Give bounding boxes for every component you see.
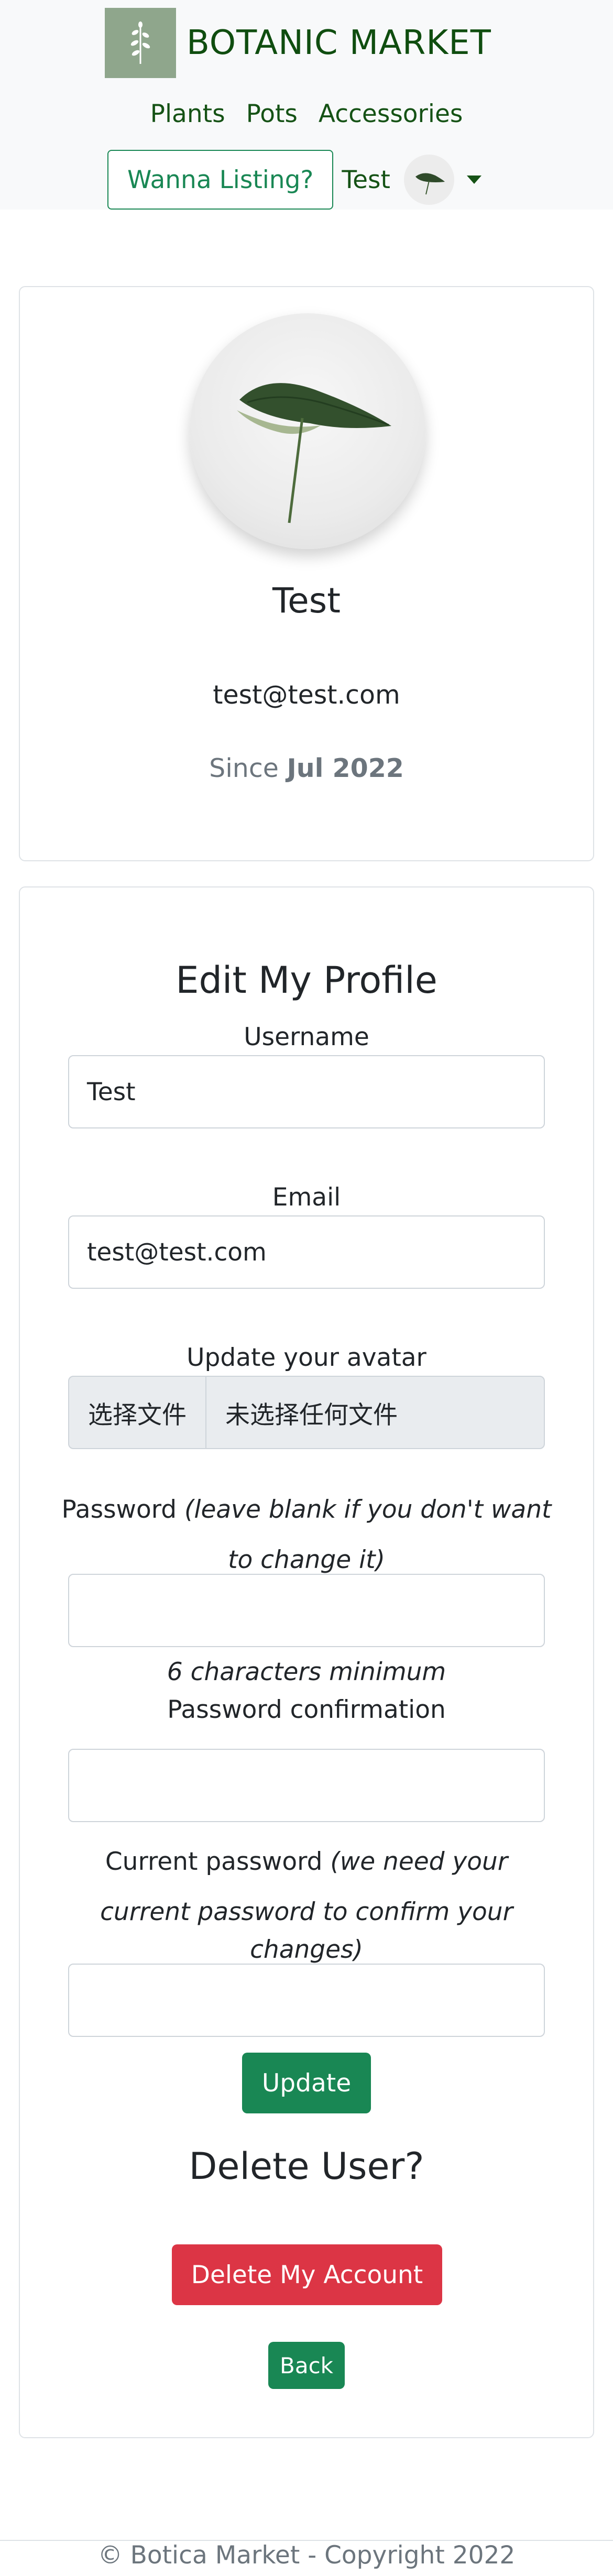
current-hint-2: current password to confirm your xyxy=(100,1898,513,1926)
brand[interactable]: BOTANIC MARKET xyxy=(105,8,491,78)
profile-name: Test xyxy=(272,580,341,621)
current-password-label-block: Current password (we need your current p… xyxy=(20,1837,593,1937)
password-confirmation-input[interactable] xyxy=(68,1749,545,1822)
profile-email: test@test.com xyxy=(213,680,400,710)
profile-card: Test test@test.com Since Jul 2022 xyxy=(19,286,594,861)
current-password-input[interactable] xyxy=(68,1964,545,2037)
confirm-label: Password confirmation xyxy=(167,1695,446,1724)
current-hint-3: changes) xyxy=(250,1935,363,1964)
since-prefix: Since xyxy=(209,753,279,783)
member-since: Since Jul 2022 xyxy=(20,753,593,783)
current-hint-1: (we need your xyxy=(330,1847,508,1876)
password-label: Password xyxy=(61,1495,177,1524)
profile-avatar xyxy=(190,313,425,549)
avatar-label: Update your avatar xyxy=(187,1343,426,1372)
brand-name[interactable]: BOTANIC MARKET xyxy=(187,24,491,62)
choose-file-button[interactable]: 选择文件 xyxy=(69,1377,206,1448)
chevron-down-icon[interactable] xyxy=(466,176,481,184)
logo-icon xyxy=(105,8,176,78)
email-label: Email xyxy=(272,1183,341,1212)
password-hint-cont: to change it) xyxy=(228,1545,385,1574)
update-button[interactable]: Update xyxy=(242,2053,371,2113)
navbar: BOTANIC MARKET Plants Pots Accessories Wan… xyxy=(0,0,613,210)
password-min-hint: 6 characters minimum xyxy=(20,1658,593,1686)
nav-user-row: Wanna Listing? Test xyxy=(107,150,481,210)
username-input[interactable]: Test xyxy=(68,1055,545,1128)
current-password-label: Current password xyxy=(105,1847,323,1876)
edit-profile-title: Edit My Profile xyxy=(176,959,437,1002)
since-date: Jul 2022 xyxy=(287,753,404,783)
wanna-listing-button[interactable]: Wanna Listing? xyxy=(107,150,334,210)
email-input[interactable]: test@test.com xyxy=(68,1215,545,1289)
file-status: 未选择任何文件 xyxy=(225,1400,398,1430)
password-hint: (leave blank if you don't want xyxy=(184,1495,552,1524)
nav-links: Plants Pots Accessories xyxy=(0,100,613,128)
nav-plants[interactable]: Plants xyxy=(150,100,225,128)
nav-username[interactable]: Test xyxy=(342,166,390,194)
password-min-text: 6 characters minimum xyxy=(167,1658,446,1686)
delete-user-title: Delete User? xyxy=(189,2145,424,2188)
footer: © Botica Market - Copyright 2022 xyxy=(97,2541,516,2570)
nav-avatar[interactable] xyxy=(403,155,454,205)
edit-profile-card: Edit My Profile Username Test Email test… xyxy=(19,886,594,2438)
password-input[interactable] xyxy=(68,1574,545,1647)
current-hint-3-wrap: changes) xyxy=(20,1935,593,1964)
nav-accessories[interactable]: Accessories xyxy=(319,100,463,128)
avatar-file-input[interactable]: 选择文件 未选择任何文件 xyxy=(68,1376,545,1449)
back-button[interactable]: Back xyxy=(268,2342,345,2389)
username-label: Username xyxy=(244,1023,369,1051)
nav-pots[interactable]: Pots xyxy=(246,100,298,128)
delete-account-button[interactable]: Delete My Account xyxy=(172,2244,442,2305)
password-label-block: Password (leave blank if you don't want … xyxy=(20,1485,593,1585)
